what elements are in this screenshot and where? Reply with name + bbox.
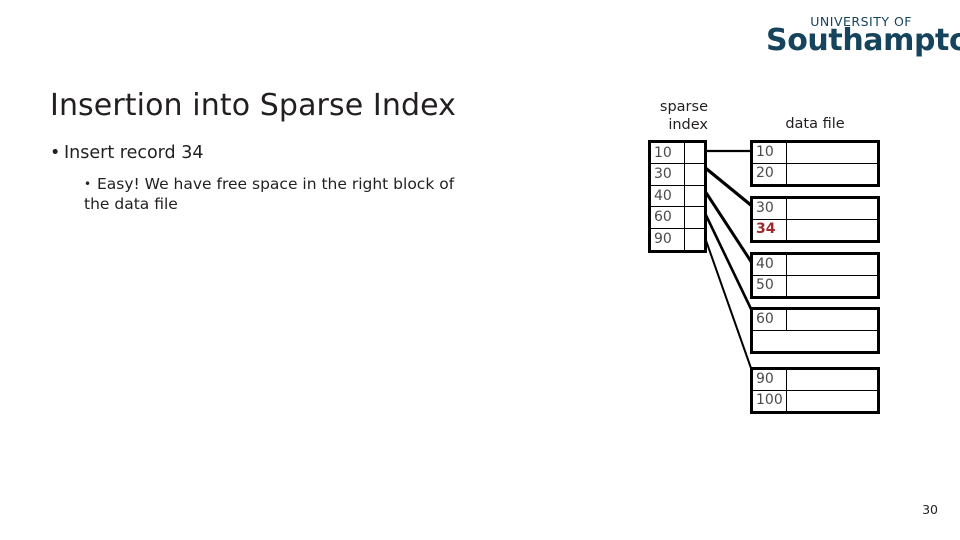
data-record-value	[787, 220, 877, 241]
data-record-row-empty	[753, 331, 877, 352]
data-record-key: 10	[753, 143, 787, 163]
sparse-index-key: 40	[651, 185, 685, 207]
data-record-value	[787, 255, 877, 275]
sparse-index-pointer-cell	[685, 164, 704, 184]
data-record-value	[787, 276, 877, 297]
data-record-row: 20	[753, 163, 877, 185]
data-record-value	[787, 199, 877, 219]
sparse-index-row: 40	[651, 185, 704, 208]
data-record-row: 50	[753, 275, 877, 297]
data-record-key: 20	[753, 163, 787, 184]
data-record-key-inserted: 34	[753, 219, 787, 240]
sparse-index-pointer-cell	[685, 143, 704, 163]
data-record-value	[787, 143, 877, 163]
data-record-row: 90	[753, 370, 877, 391]
data-record-value	[787, 391, 877, 412]
page-number: 30	[922, 502, 938, 517]
data-record-key: 30	[753, 199, 787, 219]
data-record-value	[787, 164, 877, 185]
data-record-row: 34	[753, 219, 877, 241]
data-block: 10 20	[750, 140, 880, 187]
data-record-value	[787, 370, 877, 390]
sparse-index-pointer-cell	[685, 207, 704, 227]
sparse-index-row: 10	[651, 143, 704, 165]
data-record-key: 40	[753, 255, 787, 275]
sparse-index-pointer-cell	[685, 186, 704, 206]
data-record-row: 60	[753, 310, 877, 331]
sparse-index-box: 10 30 40 60 90	[648, 140, 707, 253]
data-record-key: 100	[753, 390, 787, 411]
sparse-index-key: 90	[651, 228, 685, 250]
sparse-index-key: 60	[651, 207, 685, 228]
sparse-index-row: 60	[651, 207, 704, 229]
sparse-index-key: 10	[651, 143, 685, 164]
data-record-row: 30	[753, 199, 877, 220]
sparse-index-pointer-cell	[685, 229, 704, 250]
data-record-row: 40	[753, 255, 877, 276]
data-block: 90 100	[750, 367, 880, 414]
sparse-index-row: 90	[651, 228, 704, 250]
data-record-key: 90	[753, 370, 787, 390]
data-record-key: 50	[753, 275, 787, 296]
data-record-key: 60	[753, 310, 787, 330]
data-record-row: 10	[753, 143, 877, 164]
data-record-value	[787, 331, 877, 352]
data-block: 60	[750, 307, 880, 354]
data-record-key-empty	[753, 331, 787, 352]
data-block: 30 34	[750, 196, 880, 243]
sparse-index-row: 30	[651, 164, 704, 186]
data-record-value	[787, 310, 877, 330]
data-record-row: 100	[753, 390, 877, 412]
data-block: 40 50	[750, 252, 880, 299]
sparse-index-key: 30	[651, 164, 685, 185]
slide: UNIVERSITY OF Southampton Insertion into…	[0, 0, 960, 540]
